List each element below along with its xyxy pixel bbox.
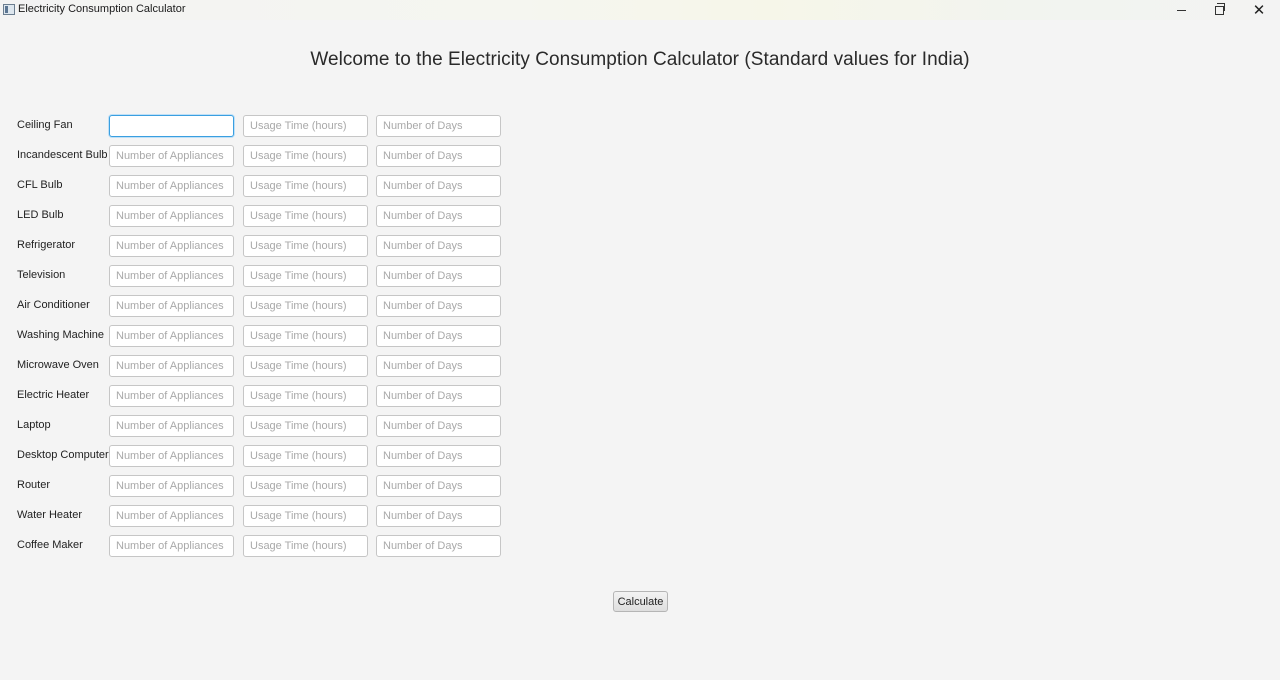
minimize-icon [1176, 9, 1186, 11]
usage-hours-input[interactable] [243, 175, 368, 197]
usage-hours-input[interactable] [243, 295, 368, 317]
app-icon [3, 4, 15, 15]
days-input[interactable] [376, 355, 501, 377]
days-input[interactable] [376, 205, 501, 227]
appliance-label: Water Heater [17, 509, 83, 521]
days-input[interactable] [376, 505, 501, 527]
appliance-row: Incandescent Bulb [0, 145, 520, 167]
usage-hours-input[interactable] [243, 265, 368, 287]
restore-icon [1214, 2, 1225, 15]
appliance-row: Television [0, 265, 520, 287]
appliance-label: Refrigerator [17, 239, 76, 251]
appliance-label: Coffee Maker [17, 539, 83, 551]
appliance-row: Refrigerator [0, 235, 520, 257]
appliance-count-input[interactable] [109, 505, 234, 527]
appliance-label: Laptop [17, 419, 51, 431]
appliance-row: Coffee Maker [0, 535, 520, 557]
appliance-count-input[interactable] [109, 355, 234, 377]
window-title: Electricity Consumption Calculator [18, 3, 186, 15]
appliance-count-input[interactable] [109, 325, 234, 347]
appliance-label: CFL Bulb [17, 179, 63, 191]
appliance-row: Ceiling Fan [0, 115, 520, 137]
appliance-row: Router [0, 475, 520, 497]
days-input[interactable] [376, 145, 501, 167]
days-input[interactable] [376, 115, 501, 137]
appliance-label: Television [17, 269, 66, 281]
usage-hours-input[interactable] [243, 505, 368, 527]
page-title: Welcome to the Electricity Consumption C… [310, 49, 970, 70]
appliance-row: Air Conditioner [0, 295, 520, 317]
appliance-label: Ceiling Fan [17, 119, 73, 131]
appliance-row: Laptop [0, 415, 520, 437]
usage-hours-input[interactable] [243, 235, 368, 257]
usage-hours-input[interactable] [243, 535, 368, 557]
usage-hours-input[interactable] [243, 475, 368, 497]
usage-hours-input[interactable] [243, 145, 368, 167]
days-input[interactable] [376, 445, 501, 467]
appliance-count-input[interactable] [109, 205, 234, 227]
appliance-count-input[interactable] [109, 415, 234, 437]
appliance-row: Desktop Computer [0, 445, 520, 467]
appliance-count-input[interactable] [109, 175, 234, 197]
appliance-row: Microwave Oven [0, 355, 520, 377]
appliance-label: Microwave Oven [17, 359, 99, 371]
appliance-label: Washing Machine [17, 329, 105, 341]
minimize-button[interactable] [1161, 0, 1201, 20]
appliance-count-input[interactable] [109, 445, 234, 467]
usage-hours-input[interactable] [243, 355, 368, 377]
close-icon: ✕ [1252, 0, 1266, 19]
appliance-count-input[interactable] [109, 535, 234, 557]
appliance-count-input[interactable] [109, 295, 234, 317]
appliance-row: LED Bulb [0, 205, 520, 227]
days-input[interactable] [376, 415, 501, 437]
title-bar: Electricity Consumption Calculator ✕ [0, 0, 1280, 20]
close-button[interactable]: ✕ [1239, 0, 1279, 20]
usage-hours-input[interactable] [243, 325, 368, 347]
appliance-label: Electric Heater [17, 389, 90, 401]
days-input[interactable] [376, 325, 501, 347]
appliance-label: Desktop Computer [17, 449, 109, 461]
appliance-label: LED Bulb [17, 209, 64, 221]
appliance-count-input[interactable] [109, 115, 234, 137]
appliance-row: Water Heater [0, 505, 520, 527]
days-input[interactable] [376, 385, 501, 407]
appliance-count-input[interactable] [109, 235, 234, 257]
appliance-label: Router [17, 479, 51, 491]
usage-hours-input[interactable] [243, 445, 368, 467]
calculate-button[interactable]: Calculate [613, 591, 668, 612]
appliance-label: Air Conditioner [17, 299, 90, 311]
appliance-count-input[interactable] [109, 145, 234, 167]
days-input[interactable] [376, 265, 501, 287]
usage-hours-input[interactable] [243, 385, 368, 407]
usage-hours-input[interactable] [243, 415, 368, 437]
appliance-row: CFL Bulb [0, 175, 520, 197]
days-input[interactable] [376, 535, 501, 557]
days-input[interactable] [376, 475, 501, 497]
usage-hours-input[interactable] [243, 205, 368, 227]
days-input[interactable] [376, 295, 501, 317]
days-input[interactable] [376, 175, 501, 197]
usage-hours-input[interactable] [243, 115, 368, 137]
days-input[interactable] [376, 235, 501, 257]
appliance-count-input[interactable] [109, 265, 234, 287]
appliance-count-input[interactable] [109, 385, 234, 407]
maximize-button[interactable] [1199, 0, 1239, 20]
appliance-row: Washing Machine [0, 325, 520, 347]
appliance-count-input[interactable] [109, 475, 234, 497]
appliance-label: Incandescent Bulb [17, 149, 108, 161]
appliance-row: Electric Heater [0, 385, 520, 407]
